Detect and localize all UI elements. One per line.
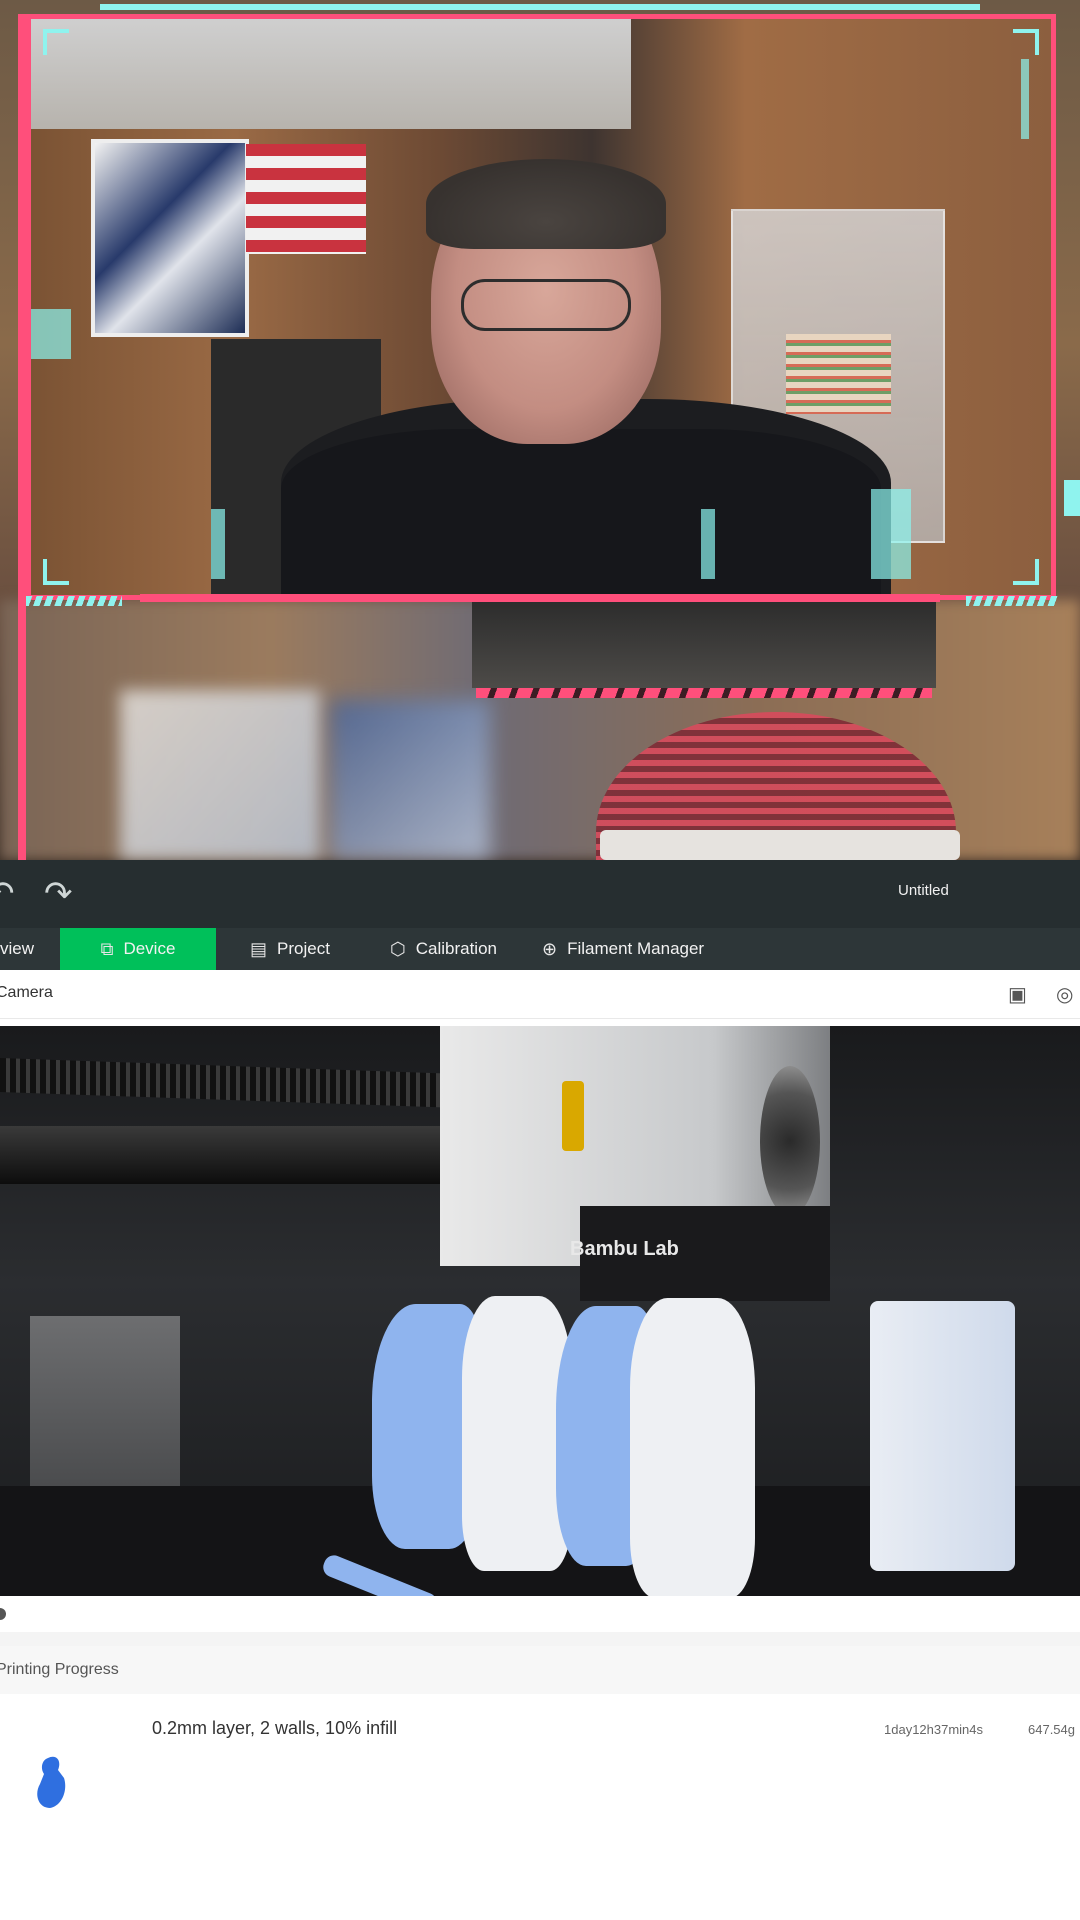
extruder-gear xyxy=(562,1081,584,1151)
filament-weight: 647.54g xyxy=(1028,1722,1075,1737)
hud-dash-right xyxy=(966,596,1058,606)
hud-corner-top-right xyxy=(1013,29,1039,55)
calibration-icon: ⬡ xyxy=(390,939,406,959)
tab-device-label: Device xyxy=(123,939,176,958)
overlay-dark-panel xyxy=(472,600,936,688)
hud-bar-left xyxy=(31,309,71,359)
camera-controls-strip xyxy=(0,1596,1080,1632)
blurred-poster-2 xyxy=(330,700,490,860)
tab-calibration-label: Calibration xyxy=(415,939,497,958)
printer-brand-text: Bambu Lab xyxy=(570,1238,679,1260)
printing-progress-header: Printing Progress xyxy=(0,1646,1080,1695)
printer-camera-feed: Bambu Lab xyxy=(0,1026,1080,1596)
device-icon: ⧉ xyxy=(100,939,114,959)
bambu-studio-window: ↶ ↷ Untitled view ⧉ Device ▤ Project ⬡ C… xyxy=(0,860,1080,1920)
remaining-time: 1day12h37min4s xyxy=(884,1722,984,1737)
tab-preview-label: view xyxy=(0,939,35,958)
slider-handle[interactable] xyxy=(0,1608,6,1620)
webcam-section xyxy=(0,0,1080,860)
webcam-frame xyxy=(26,14,1056,600)
hud-corner-bottom-left xyxy=(43,559,69,585)
printed-part-white-2 xyxy=(630,1298,755,1596)
person-glasses xyxy=(461,279,631,331)
hud-corner-top-left xyxy=(43,29,69,55)
hud-corner-bottom-right xyxy=(1013,559,1039,585)
tab-preview[interactable]: view xyxy=(0,928,34,970)
storage-bin-label xyxy=(786,334,891,414)
person-hair xyxy=(426,159,666,249)
flag-poster xyxy=(246,144,366,254)
print-job-row: 0.2mm layer, 2 walls, 10% infill 1day12h… xyxy=(0,1694,1080,1920)
gantry-belt xyxy=(0,1057,460,1109)
section-gap xyxy=(0,1632,1080,1646)
overlay-stripes xyxy=(476,688,932,698)
recording-icon[interactable]: ◎ xyxy=(1056,982,1073,1007)
frame-left-line xyxy=(18,14,26,860)
printing-progress-label: Printing Progress xyxy=(0,1661,119,1678)
hud-bar-bottom-1 xyxy=(211,509,225,579)
microphone-base xyxy=(600,830,960,860)
tab-project-label: Project xyxy=(277,939,330,958)
wall-poster xyxy=(91,139,249,337)
hud-bar-right xyxy=(1021,59,1029,139)
undo-icon[interactable]: ↶ xyxy=(0,874,26,914)
main-nav: view ⧉ Device ▤ Project ⬡ Calibration ⊕ … xyxy=(0,928,1080,970)
tab-project[interactable]: ▤ Project xyxy=(250,928,330,970)
hud-bar-bottom-2 xyxy=(701,509,715,579)
window-title: Untitled xyxy=(898,882,949,899)
filament-icon: ⊕ xyxy=(542,939,558,959)
ceiling xyxy=(31,19,631,129)
model-thumbnail-icon xyxy=(37,1756,66,1808)
camera-header: Camera ▣ ◎ xyxy=(0,970,1080,1019)
blurred-poster xyxy=(120,690,320,860)
project-icon: ▤ xyxy=(250,939,268,959)
tab-calibration[interactable]: ⬡ Calibration xyxy=(390,928,497,970)
hud-top-line xyxy=(100,4,980,10)
camera-label: Camera xyxy=(0,984,53,1001)
sd-card-icon[interactable]: ▣ xyxy=(1008,982,1027,1007)
toolhead-fan xyxy=(760,1066,820,1216)
hud-bar-bottom-3 xyxy=(871,489,911,579)
tab-device[interactable]: ⧉ Device xyxy=(60,928,216,970)
redo-icon[interactable]: ↷ xyxy=(44,874,84,914)
print-settings-text: 0.2mm layer, 2 walls, 10% infill xyxy=(152,1718,398,1738)
tab-filament-label: Filament Manager xyxy=(567,939,705,958)
person-shirt xyxy=(281,429,881,595)
hud-dash-left xyxy=(26,596,122,606)
titlebar: ↶ ↷ Untitled xyxy=(0,860,1080,928)
printed-part-white-3 xyxy=(870,1301,1015,1571)
tab-filament-manager[interactable]: ⊕ Filament Manager xyxy=(542,928,704,970)
hud-right-tab xyxy=(1064,480,1080,516)
frame-bottom-line xyxy=(140,594,940,602)
